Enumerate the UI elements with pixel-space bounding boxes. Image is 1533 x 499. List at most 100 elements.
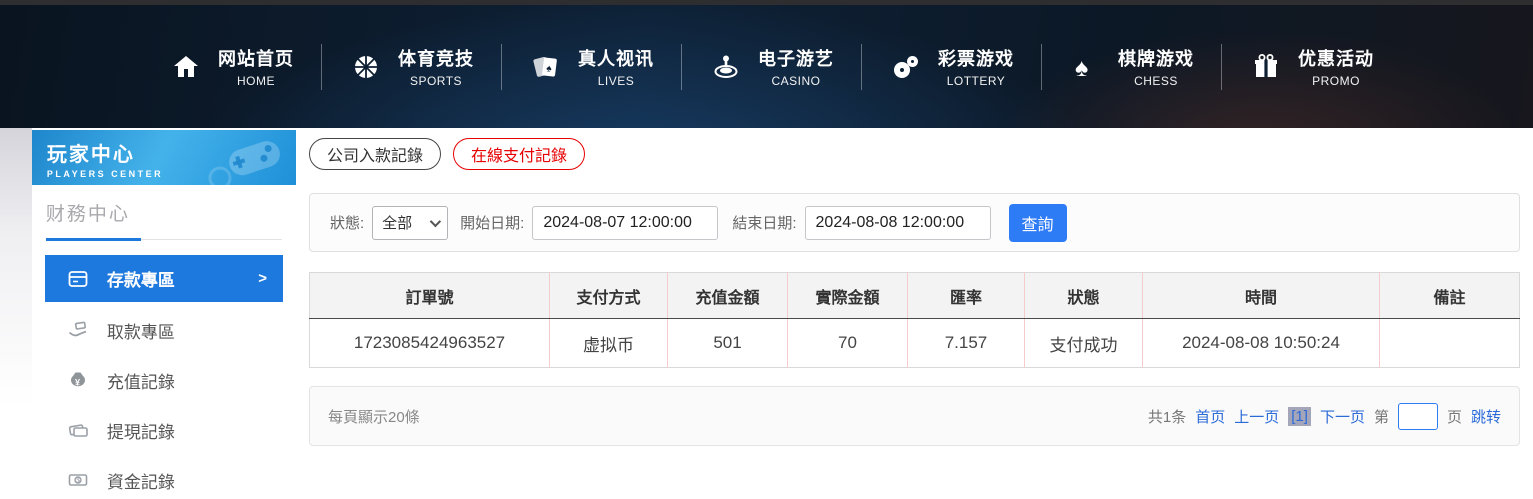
column-header-status: 狀態 (1025, 273, 1143, 319)
nav-item-lottery[interactable]: 彩票游戏 LOTTERY (862, 45, 1041, 88)
status-select[interactable]: 全部 (372, 206, 448, 240)
column-header-pay-method: 支付方式 (550, 273, 668, 319)
pagination-bar: 每頁顯示20條 共1条 首页 上一页 [1] 下一页 第 页 跳转 (309, 386, 1520, 446)
sidebar-item-deposit-zone[interactable]: 存款專區 > (45, 255, 283, 302)
sidebar-item-withdrawal-records[interactable]: 提現記錄 (45, 405, 283, 455)
column-header-time: 時間 (1143, 273, 1380, 319)
chevron-right-icon: > (258, 270, 267, 287)
cell-recharge-amount: 501 (668, 319, 788, 368)
nav-sublabel: CASINO (758, 74, 834, 88)
svg-text:$: $ (76, 478, 80, 485)
nav-text: 优惠活动 PROMO (1298, 45, 1374, 88)
nav-text: 网站首页 HOME (218, 45, 294, 88)
sidebar-item-funds-records[interactable]: $ 資金記錄 (45, 455, 283, 499)
top-nav-inner: 网站首页 HOME 体育竞技 SPORTS (142, 44, 1401, 90)
next-page-link[interactable]: 下一页 (1320, 406, 1365, 427)
lottery-balls-icon (889, 50, 923, 84)
nav-label: 体育竞技 (398, 45, 474, 71)
money-bag-icon: ¥ (67, 369, 89, 391)
column-header-rate: 匯率 (908, 273, 1025, 319)
table-row: 1723085424963527 虚拟币 501 70 7.157 支付成功 2… (310, 319, 1520, 368)
sidebar-item-recharge-records[interactable]: ¥ 充值記錄 (45, 355, 283, 405)
end-date-input[interactable] (805, 206, 991, 240)
column-header-recharge-amount: 充值金額 (668, 273, 788, 319)
tab-online-payment-records[interactable]: 在線支付記錄 (453, 138, 585, 170)
nav-item-sports[interactable]: 体育竞技 SPORTS (322, 45, 501, 88)
roulette-icon (709, 50, 743, 84)
left-gutter (0, 128, 32, 499)
cell-time: 2024-08-08 10:50:24 (1143, 319, 1380, 368)
sidebar: 玩家中心 PLAYERS CENTER 财務中心 (32, 128, 296, 499)
nav-sublabel: CHESS (1118, 74, 1194, 88)
sidebar-item-label: 提現記錄 (107, 418, 175, 443)
cell-remark (1380, 319, 1520, 368)
home-icon (169, 50, 203, 84)
jump-prefix-text: 第 (1374, 406, 1389, 427)
nav-text: 体育竞技 SPORTS (398, 45, 474, 88)
sidebar-header: 玩家中心 PLAYERS CENTER (32, 130, 296, 185)
nav-text: 电子游艺 CASINO (758, 45, 834, 88)
page-body: 玩家中心 PLAYERS CENTER 财務中心 (0, 128, 1533, 499)
start-date-label: 開始日期: (460, 212, 524, 233)
nav-text: 彩票游戏 LOTTERY (938, 45, 1014, 88)
top-nav: 网站首页 HOME 体育竞技 SPORTS (0, 5, 1533, 128)
nav-item-home[interactable]: 网站首页 HOME (142, 45, 321, 88)
banknote-icon: $ (67, 469, 89, 491)
jump-go-link[interactable]: 跳转 (1471, 406, 1501, 427)
finance-center-heading: 财務中心 (46, 199, 296, 226)
sidebar-item-label: 充值記錄 (107, 368, 175, 393)
gift-icon (1249, 50, 1283, 84)
cell-status: 支付成功 (1025, 319, 1143, 368)
start-date-input[interactable] (532, 206, 718, 240)
record-tabs: 公司入款記錄 在線支付記錄 (309, 138, 1520, 170)
first-page-link[interactable]: 首页 (1195, 406, 1225, 427)
nav-item-promo[interactable]: 优惠活动 PROMO (1222, 45, 1401, 88)
jump-page-input[interactable] (1398, 403, 1438, 430)
svg-text:¥: ¥ (75, 378, 80, 388)
section-divider (46, 238, 282, 240)
current-page-indicator: [1] (1288, 407, 1311, 426)
nav-label: 彩票游戏 (938, 45, 1014, 71)
cell-order-no: 1723085424963527 (310, 319, 550, 368)
nav-item-chess[interactable]: ♠ 棋牌游戏 CHESS (1042, 45, 1221, 88)
svg-text:♠: ♠ (1075, 54, 1088, 82)
nav-sublabel: LOTTERY (938, 74, 1014, 88)
nav-label: 棋牌游戏 (1118, 45, 1194, 71)
column-header-remark: 備註 (1380, 273, 1520, 319)
nav-item-lives[interactable]: ♠ 真人视讯 LIVES (502, 45, 681, 88)
nav-sublabel: LIVES (578, 74, 654, 88)
main-content: 公司入款記錄 在線支付記錄 狀態: 全部 開始日期: 結束日期: 查詢 訂單號 (296, 128, 1533, 499)
hand-money-icon (67, 319, 89, 341)
nav-item-casino[interactable]: 电子游艺 CASINO (682, 45, 861, 88)
filter-panel: 狀態: 全部 開始日期: 結束日期: 查詢 (309, 193, 1520, 252)
status-select-value: 全部 (382, 212, 412, 233)
gamepad-watermark-icon (198, 134, 288, 185)
search-button[interactable]: 查詢 (1009, 204, 1067, 242)
total-count-text: 共1条 (1148, 406, 1186, 427)
nav-sublabel: PROMO (1298, 74, 1374, 88)
nav-label: 电子游艺 (758, 45, 834, 71)
status-label: 狀態: (330, 212, 364, 233)
tab-company-deposit-records[interactable]: 公司入款記錄 (309, 138, 441, 170)
cell-actual-amount: 70 (788, 319, 908, 368)
cell-rate: 7.157 (908, 319, 1025, 368)
nav-sublabel: SPORTS (398, 74, 474, 88)
end-date-label: 結束日期: (732, 212, 796, 233)
sidebar-item-withdraw-zone[interactable]: 取款專區 (45, 305, 283, 355)
jump-suffix-text: 页 (1447, 406, 1462, 427)
cell-pay-method: 虚拟币 (550, 319, 668, 368)
basketball-icon (349, 50, 383, 84)
wallet-cards-icon (67, 419, 89, 441)
chevron-down-icon (430, 215, 441, 226)
deposit-card-icon (67, 268, 89, 290)
prev-page-link[interactable]: 上一页 (1234, 406, 1279, 427)
nav-label: 优惠活动 (1298, 45, 1374, 71)
spade-icon: ♠ (1069, 50, 1103, 84)
records-table: 訂單號 支付方式 充值金額 實際金額 匯率 狀態 時間 備註 172308542… (309, 272, 1520, 368)
column-header-order-no: 訂單號 (310, 273, 550, 319)
nav-label: 真人视讯 (578, 45, 654, 71)
nav-text: 棋牌游戏 CHESS (1118, 45, 1194, 88)
nav-label: 网站首页 (218, 45, 294, 71)
nav-text: 真人视讯 LIVES (578, 45, 654, 88)
nav-sublabel: HOME (218, 74, 294, 88)
